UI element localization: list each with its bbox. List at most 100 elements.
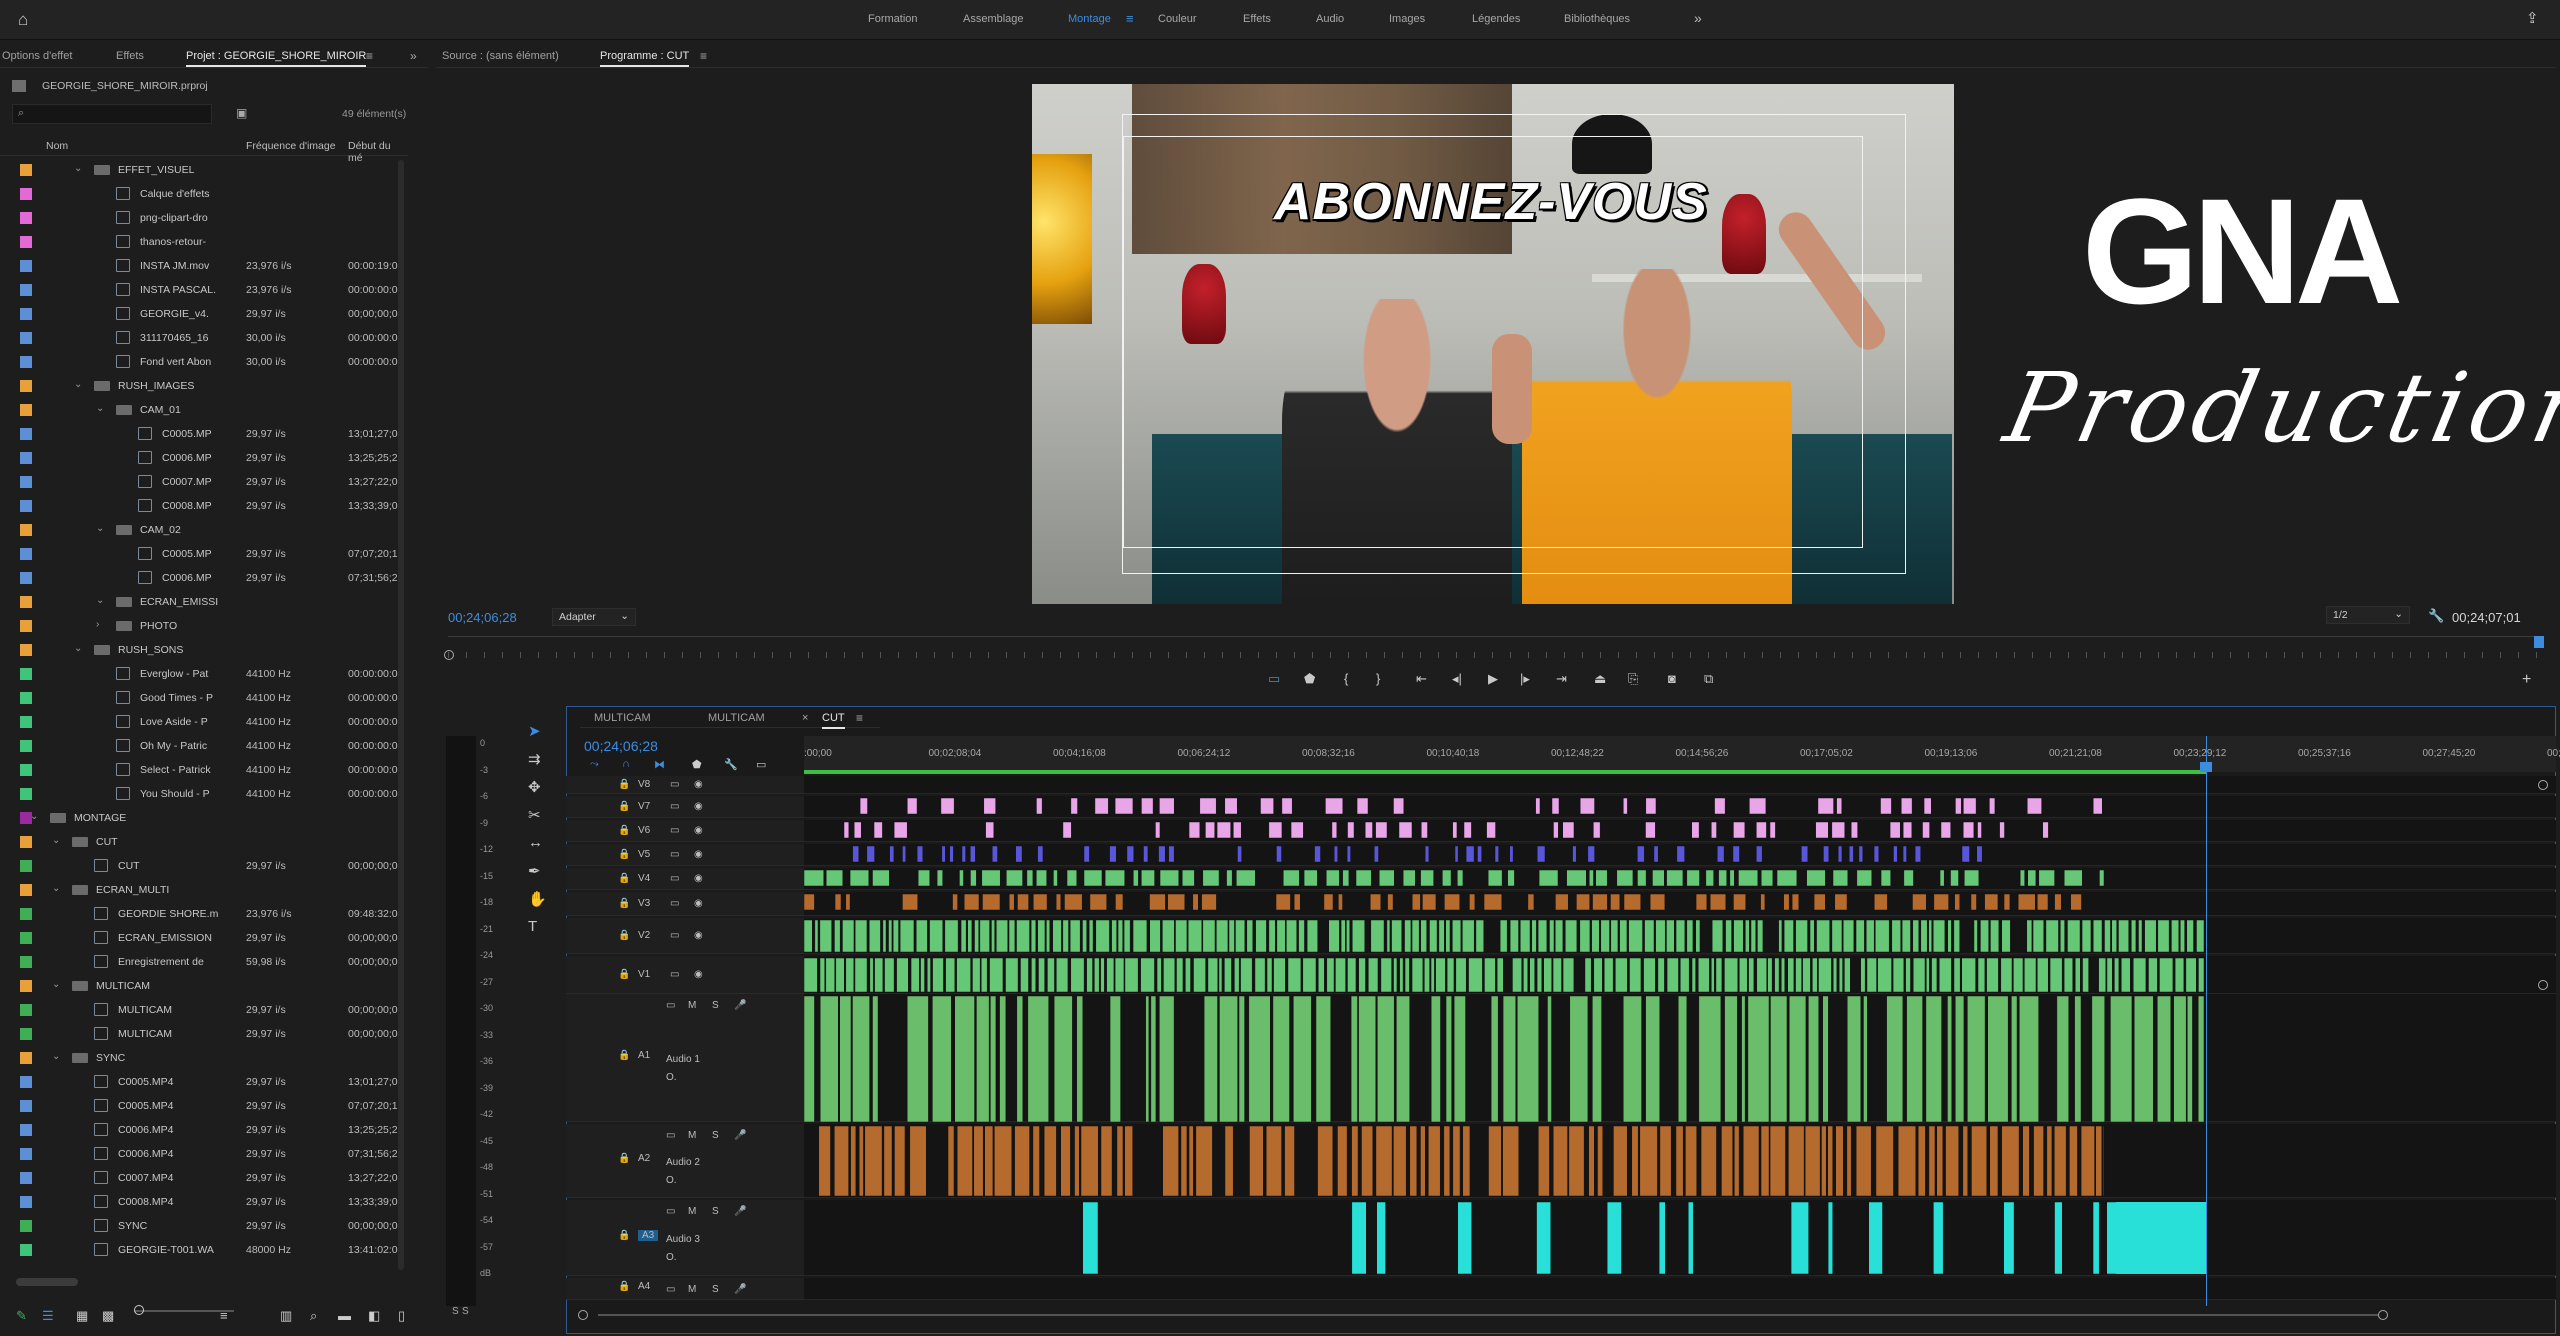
clip[interactable] (1597, 1125, 1604, 1197)
clip[interactable] (2187, 995, 2193, 1123)
clip[interactable] (984, 1125, 994, 1197)
volume-knob-icon[interactable]: O. (666, 1072, 677, 1083)
clip[interactable] (1156, 957, 1162, 993)
fit-select[interactable]: Adapter ⌄ (552, 608, 636, 626)
clip[interactable] (1531, 919, 1537, 953)
clip[interactable] (1005, 957, 1019, 993)
solo-right-button[interactable]: S (462, 1306, 469, 1317)
clip[interactable] (899, 919, 915, 953)
clip[interactable] (1368, 957, 1379, 993)
clip[interactable] (1600, 919, 1610, 953)
clip[interactable] (1579, 797, 1595, 815)
clip[interactable] (1733, 919, 1744, 953)
clip[interactable] (1201, 893, 1217, 911)
clip[interactable] (2001, 1125, 2020, 1197)
clip[interactable] (1790, 1201, 1809, 1275)
trash-icon[interactable]: ▯ (398, 1308, 405, 1324)
clip[interactable] (996, 919, 1008, 953)
project-folder-row[interactable]: ⌄ CAM_02 (0, 518, 408, 542)
safe-margin-icon[interactable]: ▭ (1268, 671, 1280, 687)
project-item-row[interactable]: GEORGIE-T001.WA 48000 Hz 13:41:02:0 (0, 1238, 408, 1262)
clip[interactable] (954, 995, 975, 1123)
clip[interactable] (2000, 957, 2013, 993)
video-track-header[interactable]: 🔒 V7 ▭ ◉ (566, 796, 804, 818)
eye-icon[interactable]: ◉ (694, 849, 703, 860)
clip[interactable] (1912, 957, 1926, 993)
clip[interactable] (2056, 995, 2069, 1123)
clip[interactable] (2033, 1125, 2044, 1197)
project-item-row[interactable]: SYNC 29,97 i/s 00;00;00;0 (0, 1214, 408, 1238)
clip[interactable] (874, 957, 884, 993)
clip[interactable] (849, 869, 870, 887)
clip[interactable] (1902, 821, 1913, 839)
scroll-handle-right[interactable] (2378, 1310, 2388, 1320)
clip[interactable] (1086, 957, 1093, 993)
clip[interactable] (1939, 869, 1945, 887)
clip[interactable] (1922, 821, 1930, 839)
clip[interactable] (1047, 957, 1055, 993)
track-select-icon[interactable]: ⇉ (528, 750, 541, 768)
clip[interactable] (1936, 1125, 1944, 1197)
clip[interactable] (1691, 821, 1700, 839)
clip[interactable] (1846, 1125, 1852, 1197)
clip[interactable] (2186, 919, 2194, 953)
label-color-swatch[interactable] (20, 164, 32, 176)
clip[interactable] (1276, 845, 1282, 863)
lock-icon[interactable]: 🔒 (618, 898, 630, 909)
clip[interactable] (1246, 919, 1254, 953)
clip[interactable] (1875, 919, 1890, 953)
clip[interactable] (842, 919, 855, 953)
project-item-row[interactable]: INSTA PASCAL. 23,976 i/s 00:00:00:0 (0, 278, 408, 302)
project-item-row[interactable]: Calque d'effets (0, 182, 408, 206)
clip[interactable] (1760, 869, 1774, 887)
label-color-swatch[interactable] (20, 428, 32, 440)
clip[interactable] (1249, 1125, 1264, 1197)
timeline-clips[interactable] (804, 776, 2556, 1312)
clip[interactable] (1818, 957, 1832, 993)
clip[interactable] (1553, 821, 1559, 839)
clip[interactable] (1847, 995, 1862, 1123)
project-item-row[interactable]: 311170465_16 30,00 i/s 00:00:00:0 (0, 326, 408, 350)
clip[interactable] (1971, 1125, 1987, 1197)
v-scroll-handle[interactable] (2538, 980, 2548, 990)
video-track-header[interactable]: 🔒 V1 ▭ ◉ (566, 956, 804, 994)
clip[interactable] (1989, 797, 1996, 815)
clip[interactable] (1180, 1125, 1188, 1197)
clip[interactable] (1355, 869, 1372, 887)
clip[interactable] (1767, 957, 1773, 993)
mute-button[interactable]: M (688, 1000, 696, 1011)
eye-icon[interactable]: ◉ (694, 898, 703, 909)
clip[interactable] (843, 821, 850, 839)
solo-button[interactable]: S (712, 1130, 719, 1141)
clip[interactable] (1711, 919, 1724, 953)
workspace-tab-montage[interactable]: Montage (1068, 13, 1111, 25)
project-item-row[interactable]: C0007.MP 29,97 i/s 13;27;22;0 (0, 470, 408, 494)
clip[interactable] (835, 957, 845, 993)
clip[interactable] (1027, 995, 1049, 1123)
clip[interactable] (1631, 1125, 1639, 1197)
clip[interactable] (1901, 797, 1913, 815)
program-menu-icon[interactable]: ≡ (700, 49, 707, 63)
clip[interactable] (981, 869, 1001, 887)
clip[interactable] (1666, 919, 1675, 953)
clip[interactable] (804, 869, 824, 887)
clip[interactable] (1834, 893, 1848, 911)
clip[interactable] (818, 1125, 831, 1197)
sync-lock-icon[interactable]: ▭ (670, 849, 679, 860)
clip[interactable] (1275, 893, 1291, 911)
clip[interactable] (1082, 1201, 1099, 1275)
clip[interactable] (1551, 797, 1560, 815)
clip[interactable] (2180, 919, 2185, 953)
clip[interactable] (1167, 893, 1186, 911)
clip[interactable] (959, 869, 964, 887)
workspace-tab-effets[interactable]: Effets (1243, 13, 1271, 25)
clip[interactable] (2054, 893, 2062, 911)
clip[interactable] (1325, 797, 1344, 815)
lift-icon[interactable]: ⏏ (1594, 671, 1606, 687)
clip[interactable] (1512, 957, 1522, 993)
expand-chevron-icon[interactable]: ⌄ (52, 835, 60, 846)
clip[interactable] (1469, 893, 1476, 911)
wrench-icon[interactable]: 🔧 (2428, 608, 2444, 624)
clip[interactable] (2003, 1201, 2015, 1275)
clip[interactable] (1109, 995, 1121, 1123)
